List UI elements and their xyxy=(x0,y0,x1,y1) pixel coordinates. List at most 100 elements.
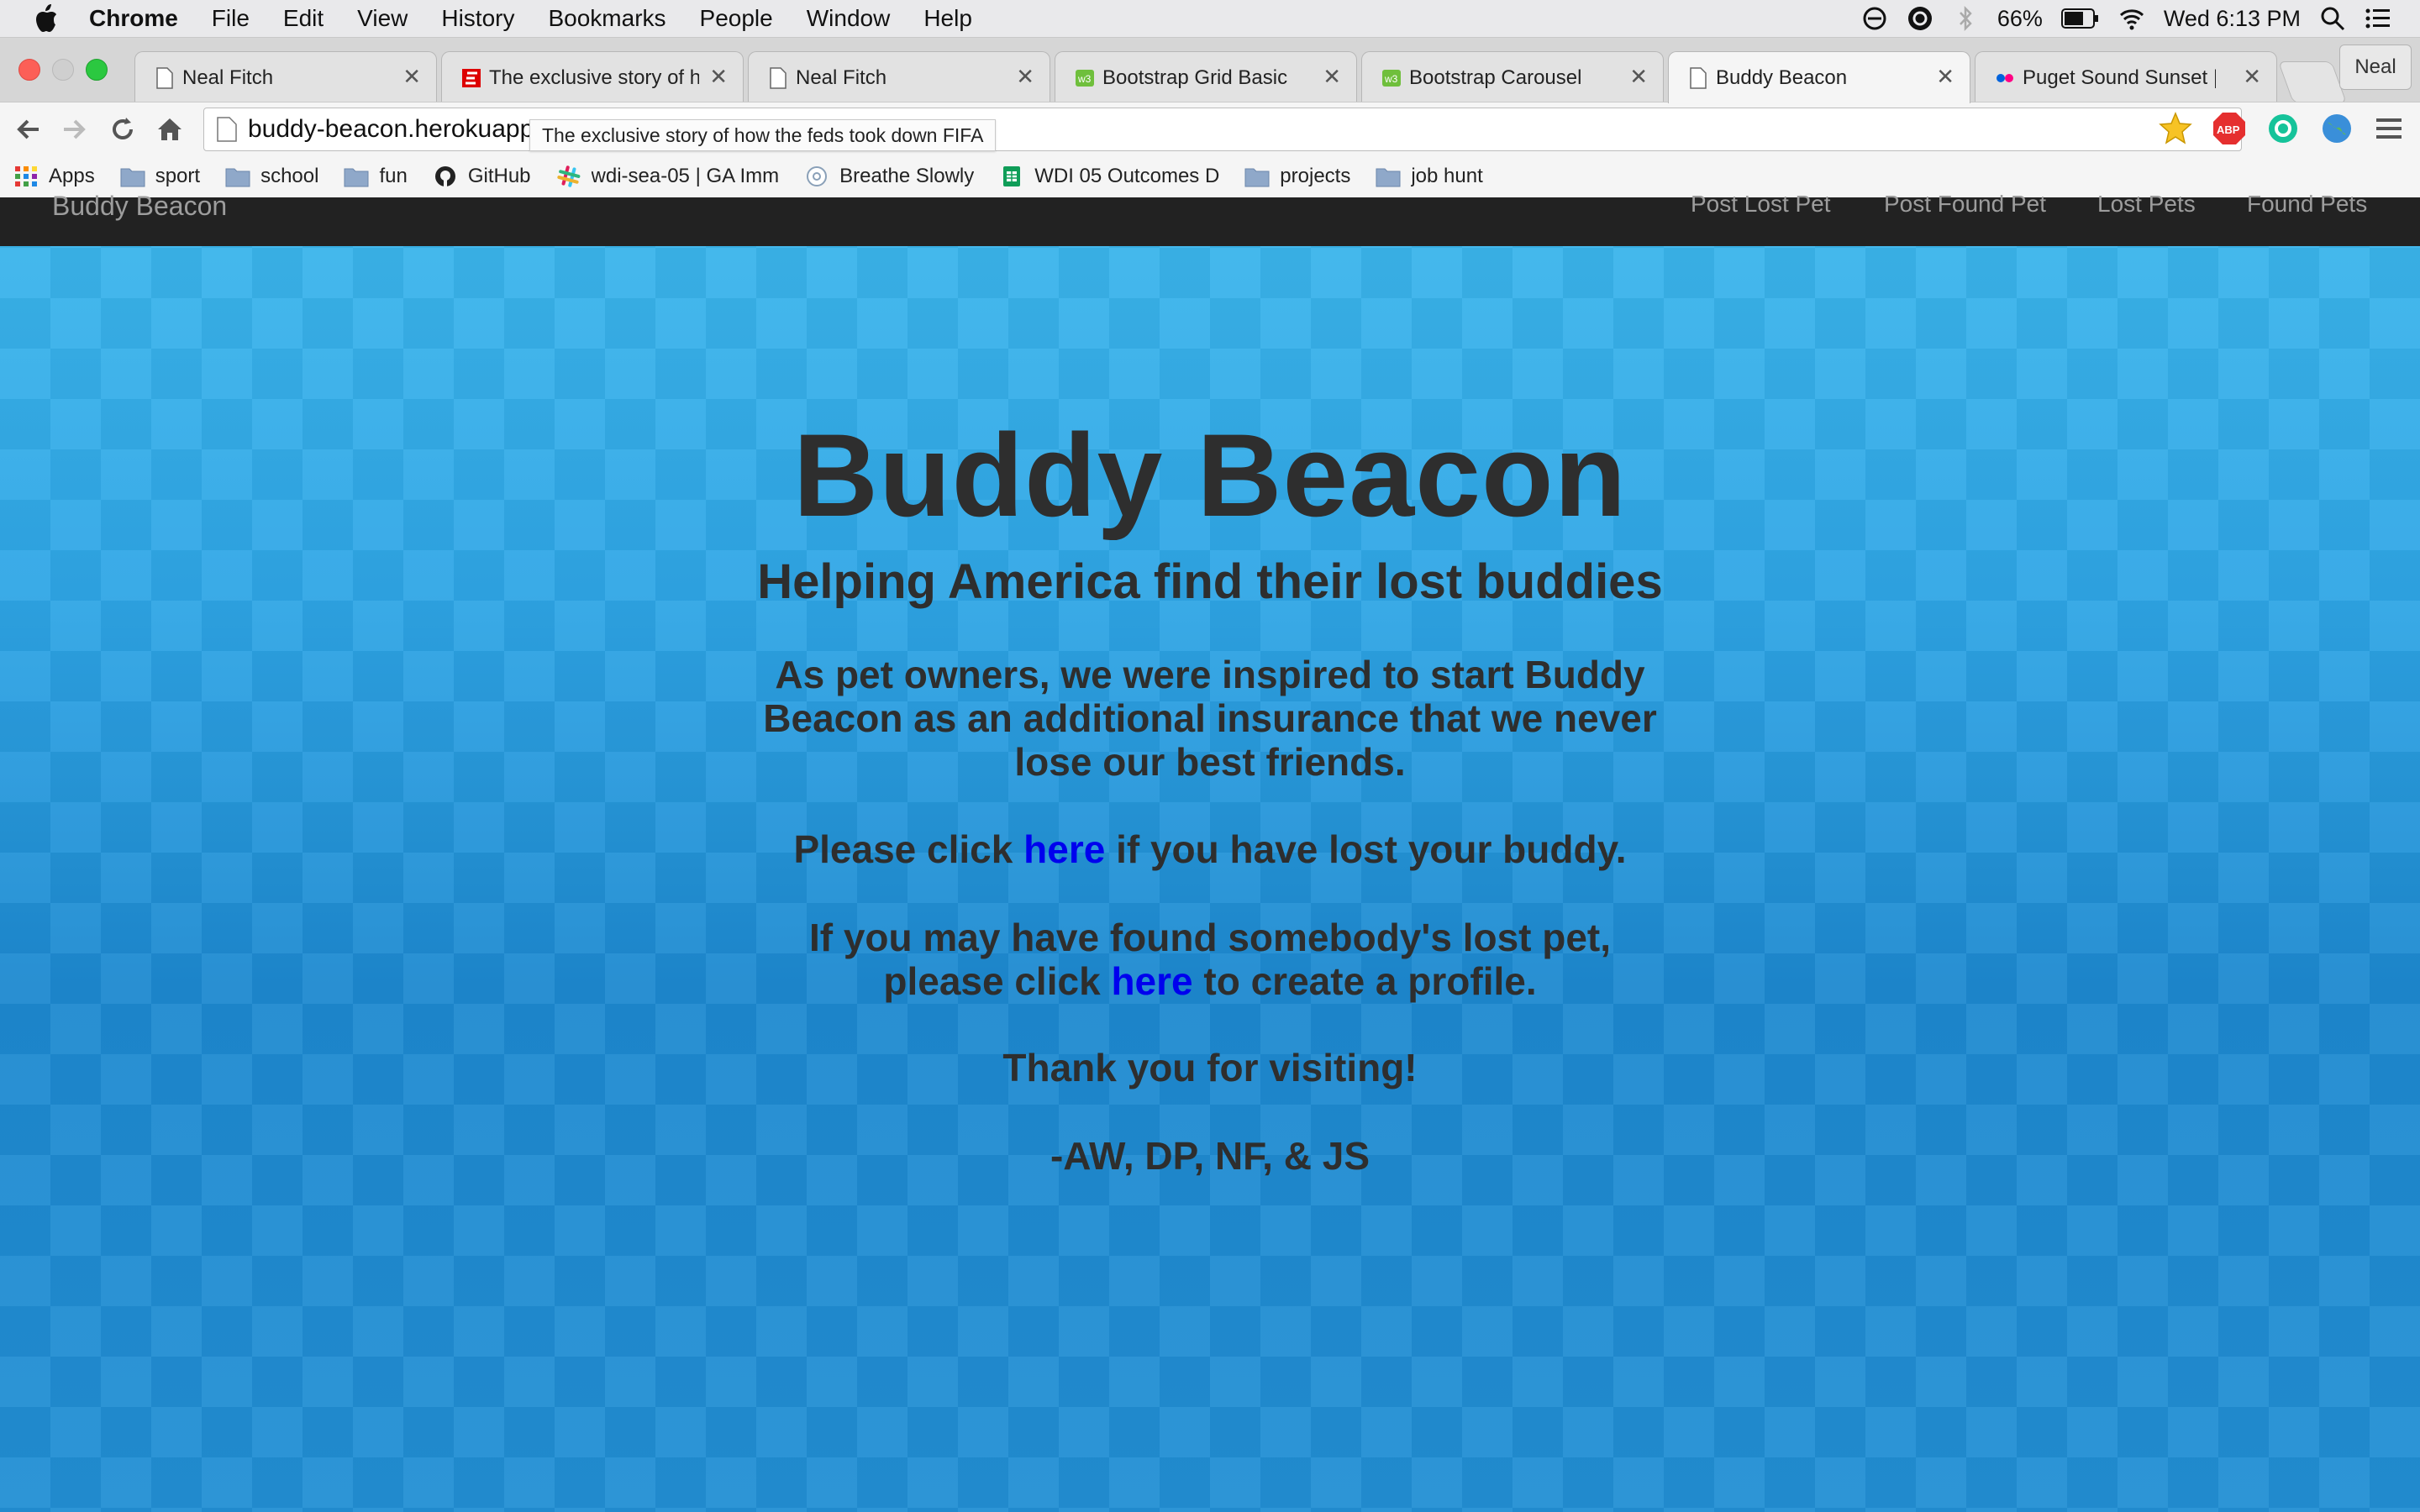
window-close-button[interactable] xyxy=(18,59,40,81)
bookmark-label: wdi-sea-05 | GA Imm xyxy=(591,165,780,187)
bookmark-label: fun xyxy=(379,165,408,187)
menu-help[interactable]: Help xyxy=(923,5,972,32)
tab-close-icon[interactable]: ✕ xyxy=(1016,64,1034,90)
folder-icon xyxy=(344,168,369,187)
bookmark-label: projects xyxy=(1280,165,1351,187)
web-page: Buddy Beacon Post Lost Pet Post Found Pe… xyxy=(0,191,2420,1512)
reload-icon[interactable] xyxy=(108,114,138,144)
folder-icon xyxy=(1244,168,1270,187)
do-not-disturb-icon[interactable] xyxy=(1861,5,1888,32)
new-tab-button[interactable] xyxy=(2277,61,2348,103)
grammarly-status-icon[interactable] xyxy=(1907,5,1933,32)
intro-paragraph: As pet owners, we were inspired to start… xyxy=(0,653,2420,784)
menu-history[interactable]: History xyxy=(441,5,514,32)
bookmark-github[interactable]: GitHub xyxy=(433,165,531,188)
found-pet-here-link[interactable]: here xyxy=(1111,959,1192,1003)
folder-icon xyxy=(225,168,250,187)
thanks-text: Thank you for visiting! xyxy=(1002,1046,1418,1089)
bookmark-folder-job-hunt[interactable]: job hunt xyxy=(1376,165,1483,188)
url-text[interactable]: buddy-beacon.herokuapp xyxy=(248,115,534,144)
globe-extension-icon[interactable] xyxy=(2319,111,2354,146)
home-icon[interactable] xyxy=(155,114,185,144)
menu-edit[interactable]: Edit xyxy=(283,5,324,32)
menu-bookmarks[interactable]: Bookmarks xyxy=(548,5,666,32)
bookmark-folder-sport[interactable]: sport xyxy=(120,165,200,188)
svg-text:w3: w3 xyxy=(1384,73,1398,85)
nav-found-pets[interactable]: Found Pets xyxy=(2247,191,2367,218)
nav-lost-pets[interactable]: Lost Pets xyxy=(2097,191,2196,218)
globe-icon xyxy=(807,166,828,186)
menu-window[interactable]: Window xyxy=(807,5,891,32)
nav-post-lost-pet[interactable]: Post Lost Pet xyxy=(1691,191,1831,218)
tab-close-icon[interactable]: ✕ xyxy=(1629,64,1648,90)
tab-fifa-story[interactable]: The exclusive story of how the feds took… xyxy=(441,51,744,103)
chrome-menu-icon[interactable] xyxy=(2371,111,2407,146)
bookmark-wdi-outcomes[interactable]: WDI 05 Outcomes D xyxy=(999,165,1219,188)
bookmark-apps[interactable]: Apps xyxy=(13,165,95,188)
tab-close-icon[interactable]: ✕ xyxy=(1323,64,1341,90)
bookmark-wdi-sea-05[interactable]: wdi-sea-05 | GA Imm xyxy=(556,165,780,188)
folder-icon xyxy=(120,168,145,187)
lost-buddy-paragraph: Please click here if you have lost your … xyxy=(0,827,2420,871)
bookmark-label: job hunt xyxy=(1411,165,1483,187)
espn-icon xyxy=(462,68,481,87)
tab-buddy-beacon[interactable]: Buddy Beacon ✕ xyxy=(1668,51,1970,103)
tab-title: Puget Sound Sunset | Flickr xyxy=(2023,66,2216,89)
grammarly-extension-icon[interactable] xyxy=(2265,111,2301,146)
svg-text:ABP: ABP xyxy=(2217,123,2240,136)
found-pet-paragraph: If you may have found somebody's lost pe… xyxy=(0,916,2420,1003)
spotlight-search-icon[interactable] xyxy=(2319,5,2346,32)
address-bar[interactable]: buddy-beacon.herokuapp xyxy=(203,108,2242,151)
tab-bootstrap-carousel[interactable]: w3 Bootstrap Carousel ✕ xyxy=(1361,51,1664,103)
bookmark-folder-fun[interactable]: fun xyxy=(344,165,408,188)
site-brand-link[interactable]: Buddy Beacon xyxy=(52,191,227,222)
menu-people[interactable]: People xyxy=(700,5,773,32)
page-info-icon[interactable] xyxy=(216,117,238,142)
forward-arrow-icon[interactable] xyxy=(59,114,89,144)
apple-logo-icon[interactable] xyxy=(34,4,59,33)
page-icon xyxy=(770,66,786,89)
page-title: Buddy Beacon xyxy=(792,409,1628,541)
found-line: If you may have found somebody's lost pe… xyxy=(808,916,1612,959)
bookmark-label: Apps xyxy=(49,165,95,187)
page-icon xyxy=(1690,66,1707,89)
bluetooth-icon[interactable] xyxy=(1952,5,1979,32)
tab-bootstrap-grid[interactable]: w3 Bootstrap Grid Basic ✕ xyxy=(1055,51,1357,103)
tab-close-icon[interactable]: ✕ xyxy=(709,64,728,90)
bookmark-breathe-slowly[interactable]: Breathe Slowly xyxy=(804,165,974,188)
nav-post-found-pet[interactable]: Post Found Pet xyxy=(1884,191,2046,218)
bookmark-label: Breathe Slowly xyxy=(839,165,975,187)
tab-close-icon[interactable]: ✕ xyxy=(402,64,421,90)
bookmark-folder-school[interactable]: school xyxy=(225,165,318,188)
flickr-icon xyxy=(1996,73,2013,82)
tab-strip: Neal Fitch ✕ The exclusive story of how … xyxy=(0,38,2420,103)
lost-buddy-here-link[interactable]: here xyxy=(1023,827,1105,871)
app-menu-chrome[interactable]: Chrome xyxy=(89,5,178,32)
adblock-plus-icon[interactable]: ABP xyxy=(2212,111,2247,146)
tab-neal-fitch-1[interactable]: Neal Fitch ✕ xyxy=(134,51,437,103)
window-zoom-button[interactable] xyxy=(86,59,108,81)
svg-text:w3: w3 xyxy=(1077,73,1092,85)
tab-neal-fitch-2[interactable]: Neal Fitch ✕ xyxy=(748,51,1050,103)
wifi-icon[interactable] xyxy=(2118,5,2145,32)
tab-close-icon[interactable]: ✕ xyxy=(2243,64,2261,90)
profile-button[interactable]: Neal xyxy=(2339,45,2412,90)
tab-hover-tooltip: The exclusive story of how the feds took… xyxy=(529,119,997,151)
back-arrow-icon[interactable] xyxy=(13,114,44,144)
bookmark-star-icon[interactable] xyxy=(2158,111,2193,146)
menu-view[interactable]: View xyxy=(357,5,408,32)
found-text-pre: please click xyxy=(883,959,1112,1003)
clock[interactable]: Wed 6:13 PM xyxy=(2164,6,2301,32)
site-navbar: Buddy Beacon Post Lost Pet Post Found Pe… xyxy=(0,191,2420,246)
notification-center-icon[interactable] xyxy=(2365,5,2391,32)
bookmark-label: GitHub xyxy=(467,165,531,187)
browser-toolbar: buddy-beacon.herokuapp ABP xyxy=(0,102,2420,156)
menu-file[interactable]: File xyxy=(212,5,250,32)
bookmark-folder-projects[interactable]: projects xyxy=(1244,165,1350,188)
battery-icon[interactable] xyxy=(2060,8,2100,29)
tab-close-icon[interactable]: ✕ xyxy=(1936,64,1954,90)
bookmark-label: WDI 05 Outcomes D xyxy=(1034,165,1220,187)
window-minimize-button[interactable] xyxy=(52,59,74,81)
bookmarks-bar: Apps sport school fun GitHub wdi-sea-05 … xyxy=(0,155,2420,198)
tab-puget-sound-sunset[interactable]: Puget Sound Sunset | Flickr ✕ xyxy=(1975,51,2277,103)
